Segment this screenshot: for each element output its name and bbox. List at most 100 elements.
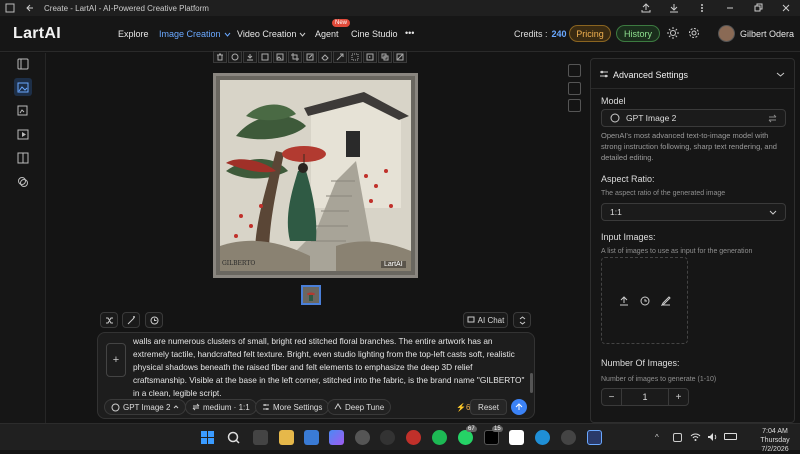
panel-view-icon[interactable] [568, 64, 581, 77]
minimize-icon[interactable] [716, 0, 744, 16]
quantity-stepper: − 1 + [601, 388, 689, 406]
app-icon-2[interactable] [380, 430, 395, 445]
windows-start-icon[interactable] [200, 430, 215, 445]
draw-icon[interactable] [661, 296, 671, 306]
store-icon[interactable] [304, 430, 319, 445]
perplexity-icon[interactable] [509, 430, 524, 445]
shuffle-button[interactable] [100, 312, 118, 328]
edit-image-icon[interactable] [303, 51, 317, 63]
x-icon[interactable] [484, 430, 499, 445]
more-menu-icon[interactable] [688, 0, 716, 16]
chatgpt-icon[interactable] [355, 430, 370, 445]
tray-app-icon[interactable] [673, 433, 682, 442]
deep-tune-button[interactable]: Deep Tune [327, 399, 392, 415]
theme-toggle-icon[interactable] [667, 27, 679, 39]
credits-value: 240 [551, 29, 567, 39]
close-icon[interactable] [772, 0, 800, 16]
restore-icon[interactable] [744, 0, 772, 16]
download-image-icon[interactable] [243, 51, 257, 63]
image-create-icon[interactable] [14, 78, 32, 96]
history-button-small[interactable] [145, 312, 163, 328]
ai-chat-button[interactable]: AI Chat [463, 312, 508, 328]
whatsapp-icon[interactable] [458, 430, 473, 445]
history-icon[interactable] [228, 51, 242, 63]
history-icon[interactable] [640, 296, 650, 306]
watermark: LartAI [381, 261, 406, 268]
reset-button[interactable]: Reset [470, 399, 507, 415]
edge-icon[interactable] [535, 430, 550, 445]
back-arrow-icon[interactable] [20, 0, 40, 16]
app-icon-3[interactable] [406, 430, 421, 445]
battery-icon[interactable] [724, 433, 737, 440]
model-select-button[interactable]: GPT Image 2 [104, 399, 187, 415]
delete-icon[interactable] [213, 51, 227, 63]
chevron-down-icon[interactable] [776, 70, 785, 79]
nav-agent[interactable]: Agent [315, 29, 339, 39]
tray-chevron-icon[interactable]: ^ [655, 433, 659, 442]
settings-gear-icon[interactable] [688, 27, 700, 39]
layers-icon[interactable] [378, 51, 392, 63]
add-image-button[interactable]: + [106, 343, 126, 377]
advanced-settings-panel: Advanced Settings Model GPT Image 2 Open… [590, 58, 795, 423]
avatar[interactable] [718, 25, 735, 42]
pricing-button[interactable]: Pricing [569, 25, 611, 42]
split-view-icon[interactable] [568, 99, 581, 112]
input-images-dropzone[interactable] [601, 257, 688, 344]
image-icon[interactable] [258, 51, 272, 63]
decrement-button[interactable]: − [602, 389, 622, 405]
expand-icon[interactable] [348, 51, 362, 63]
more-nav-icon[interactable]: ••• [405, 28, 414, 38]
wifi-icon[interactable] [690, 432, 701, 442]
video-from-image-icon[interactable] [363, 51, 377, 63]
quantity-value[interactable]: 1 [622, 389, 668, 405]
file-explorer-icon[interactable] [279, 430, 294, 445]
more-settings-button[interactable]: More Settings [255, 399, 330, 415]
window-titlebar: Create - LartAI - AI-Powered Creative Pl… [0, 0, 800, 16]
crop-icon[interactable] [288, 51, 302, 63]
remove-bg-icon[interactable] [393, 51, 407, 63]
nav-video-creation[interactable]: Video Creation [237, 29, 306, 39]
sidebar-toggle-icon[interactable] [14, 55, 32, 73]
openai-icon [111, 403, 120, 411]
logo[interactable]: LartAI [13, 25, 61, 43]
app-icon-4[interactable] [561, 430, 576, 445]
image-thumbnail[interactable] [301, 285, 321, 305]
aspect-ratio-select[interactable]: 1:1 [601, 203, 786, 221]
layout-icon[interactable] [14, 149, 32, 167]
model-select[interactable]: GPT Image 2 [601, 109, 786, 127]
generated-image[interactable]: GILBERTO LartAI [213, 73, 418, 278]
video-create-icon[interactable] [14, 125, 32, 143]
volume-icon[interactable] [707, 432, 718, 442]
image-edit-icon[interactable] [14, 101, 32, 119]
spotify-icon[interactable] [432, 430, 447, 445]
user-name[interactable]: Gilbert Odera [740, 29, 794, 39]
image-variant-icon[interactable] [273, 51, 287, 63]
prompt-scrollbar[interactable] [530, 373, 533, 393]
settings-header[interactable]: Advanced Settings [591, 59, 794, 89]
nav-cine-studio[interactable]: Cine Studio [351, 29, 398, 39]
send-button[interactable] [511, 399, 527, 415]
eraser-icon[interactable] [318, 51, 332, 63]
download-icon[interactable] [660, 0, 688, 16]
increment-button[interactable]: + [668, 389, 688, 405]
grid-view-icon[interactable] [568, 82, 581, 95]
window-title: Create - LartAI - AI-Powered Creative Pl… [44, 3, 209, 13]
collapse-toggle-button[interactable] [513, 312, 531, 328]
task-view-icon[interactable] [253, 430, 268, 445]
upload-icon[interactable] [619, 296, 629, 306]
search-icon[interactable] [226, 430, 241, 445]
left-sidebar [0, 53, 46, 423]
prompt-input[interactable]: walls are numerous clusters of small, br… [133, 335, 528, 400]
swap-icon [768, 114, 777, 122]
upscale-icon[interactable] [333, 51, 347, 63]
history-button[interactable]: History [616, 25, 660, 42]
copilot-icon[interactable] [329, 430, 344, 445]
assets-icon[interactable] [14, 173, 32, 191]
magic-wand-button[interactable] [122, 312, 140, 328]
lartai-taskbar-icon[interactable] [587, 430, 602, 445]
nav-image-creation[interactable]: Image Creation [159, 29, 231, 39]
quality-ratio-button[interactable]: medium · 1:1 [185, 399, 257, 415]
ai-chat-label: AI Chat [477, 315, 505, 325]
nav-explore[interactable]: Explore [118, 29, 149, 39]
share-icon[interactable] [632, 0, 660, 16]
